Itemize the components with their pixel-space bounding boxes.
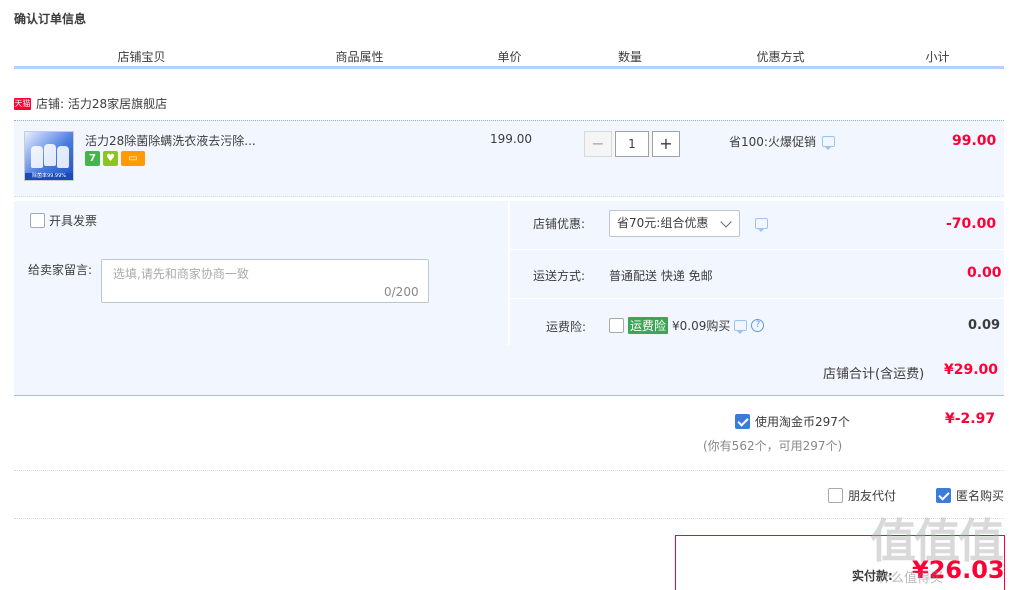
- anonymous-purchase-checkbox[interactable]: [936, 488, 951, 503]
- store-discount-select[interactable]: 省70元:组合优惠: [609, 210, 740, 237]
- column-header-subtotal: 小计: [925, 50, 950, 64]
- friend-pay-label: 朋友代付: [848, 489, 897, 503]
- friend-pay-checkbox[interactable]: [828, 488, 843, 503]
- freight-insurance-price: ¥0.09购买: [672, 319, 731, 333]
- friend-pay-option[interactable]: 朋友代付: [828, 487, 896, 504]
- seven-day-return-icon[interactable]: 7: [85, 151, 100, 166]
- comment-icon[interactable]: [821, 136, 835, 150]
- unit-price: 199.00: [490, 132, 532, 146]
- column-header-quantity: 数量: [570, 48, 691, 66]
- product-name-link[interactable]: 活力28除菌除螨洗衣液去污除...: [85, 132, 256, 149]
- guarantee-icon[interactable]: ♥: [103, 151, 118, 166]
- taojinbi-detail: (你有562个，可用297个): [703, 439, 843, 453]
- column-header-item: 店铺宝贝: [14, 48, 270, 66]
- store-line: 天猫 店铺: 活力28家居旗舰店: [14, 95, 167, 112]
- seller-message-label: 给卖家留言:: [28, 263, 93, 277]
- freight-insurance-option[interactable]: 运费险 ¥0.09购买 ?: [609, 317, 765, 334]
- quantity-input[interactable]: 1: [615, 131, 649, 157]
- watermark-logo: 值值值: [870, 514, 1004, 568]
- taojinbi-label: 使用淘金币297个: [755, 415, 850, 429]
- column-header-unit-price: 单价: [450, 48, 570, 66]
- taojinbi-checkbox[interactable]: [735, 414, 750, 429]
- store-discount-amount: -70.00: [946, 216, 997, 232]
- shipping-method: 普通配送 快递 免邮: [609, 269, 713, 283]
- store-total-label: 店铺合计(含运费): [823, 367, 925, 382]
- store-discount-label: 店铺优惠:: [533, 217, 586, 231]
- invoice-checkbox[interactable]: [30, 213, 45, 228]
- freight-insurance-label: 运费险:: [546, 320, 587, 334]
- thumbnail-caption: 除菌率99.99%: [25, 173, 73, 180]
- page-title: 确认订单信息: [14, 12, 87, 26]
- help-icon[interactable]: ?: [751, 319, 765, 332]
- column-header-attributes: 商品属性: [270, 48, 450, 66]
- freight-insurance-amount: 0.09: [968, 318, 1001, 333]
- invoice-label: 开具发票: [49, 214, 98, 228]
- product-thumbnail[interactable]: 除菌率99.99%: [24, 131, 74, 181]
- comment-icon[interactable]: [734, 320, 748, 334]
- store-name[interactable]: 店铺: 活力28家居旗舰店: [36, 95, 167, 112]
- chevron-down-icon: [720, 216, 732, 228]
- item-subtotal: 99.00: [952, 133, 997, 149]
- watermark-caption: 什么值得买: [878, 571, 944, 586]
- freight-insurance-tag: 运费险: [628, 317, 669, 334]
- shipping-label: 运送方式:: [533, 269, 586, 283]
- tmall-icon: 天猫: [14, 97, 31, 110]
- service-icons: 7 ♥ ▭: [85, 151, 145, 166]
- invoice-option[interactable]: 开具发票: [30, 212, 97, 229]
- column-header-discount: 优惠方式: [691, 48, 871, 66]
- quantity-increase-button[interactable]: +: [652, 131, 680, 157]
- anonymous-purchase-label: 匿名购买: [956, 489, 1005, 503]
- comment-icon[interactable]: [755, 218, 768, 232]
- taojinbi-amount: ¥-2.97: [945, 411, 996, 427]
- credit-card-icon[interactable]: ▭: [121, 151, 145, 166]
- taojinbi-option[interactable]: 使用淘金币297个: [735, 413, 850, 430]
- seller-message-counter: 0/200: [384, 285, 419, 299]
- promotion-label: 省100:火爆促销: [729, 135, 816, 149]
- store-total-amount: ¥29.00: [944, 362, 999, 378]
- shipping-amount: 0.00: [967, 265, 1002, 281]
- promotion-info: 省100:火爆促销: [729, 133, 835, 150]
- seller-message-placeholder: 选填,请先和商家协商一致: [113, 267, 249, 281]
- quantity-stepper: − 1 +: [584, 131, 680, 157]
- anonymous-purchase-option[interactable]: 匿名购买: [936, 487, 1004, 504]
- order-table-header: 店铺宝贝 商品属性 单价 数量 优惠方式 小计: [14, 48, 1004, 69]
- store-discount-selected: 省70元:组合优惠: [617, 216, 709, 230]
- freight-insurance-checkbox[interactable]: [609, 318, 624, 333]
- quantity-decrease-button[interactable]: −: [584, 131, 612, 157]
